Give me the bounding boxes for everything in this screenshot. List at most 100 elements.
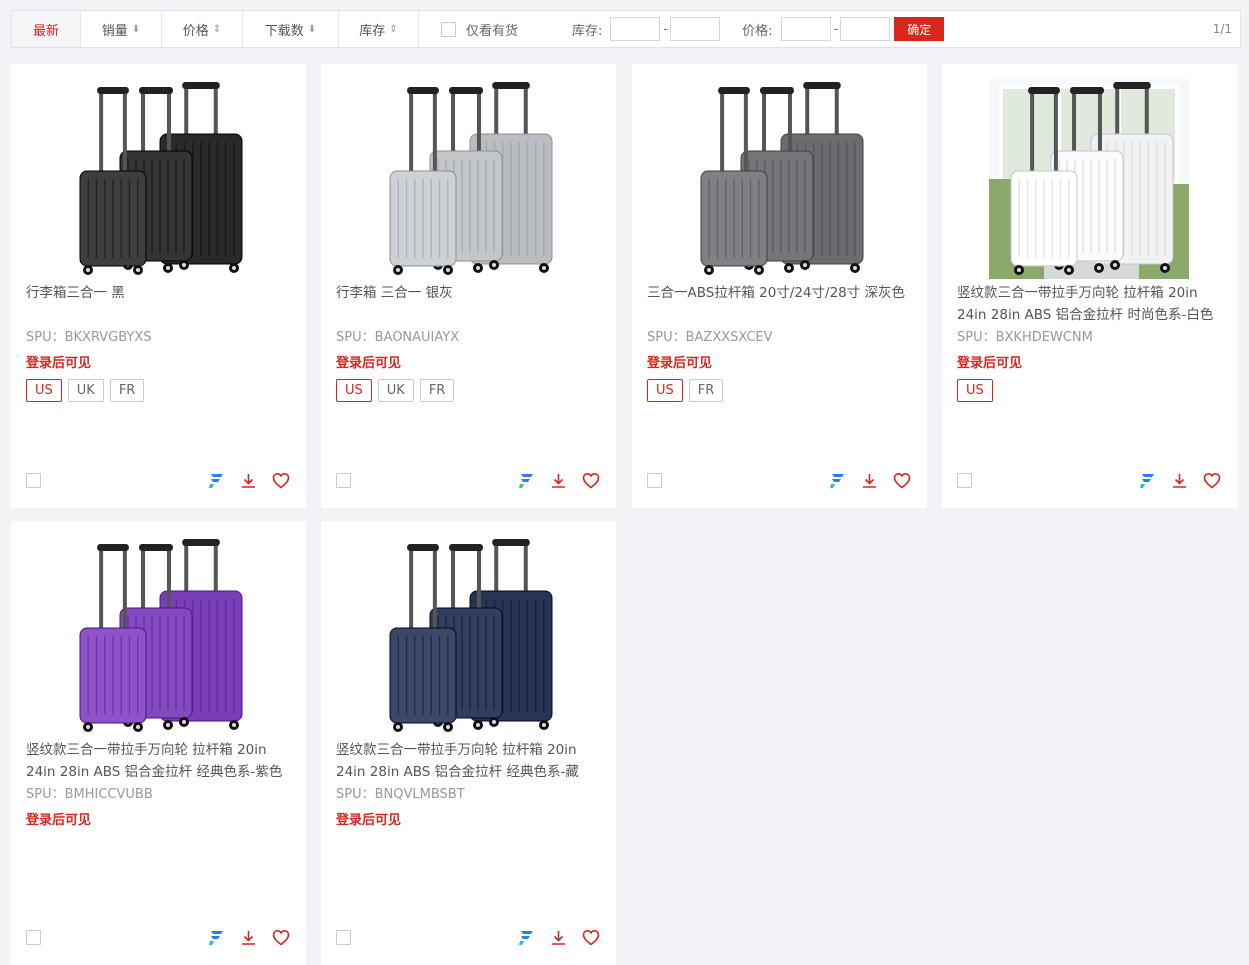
site-tag-us[interactable]: US	[336, 379, 372, 402]
site-tags: US UK FR	[336, 379, 455, 402]
site-tag-uk[interactable]: UK	[377, 379, 414, 402]
heart-icon[interactable]	[892, 471, 911, 490]
login-to-view-price: 登录后可见	[26, 356, 92, 371]
card-actions	[517, 471, 600, 490]
product-thumbnail[interactable]	[989, 79, 1189, 279]
product-card[interactable]: 竖纹款三合一带拉手万向轮 拉杆箱 20in 24in 28in ABS 铝合金拉…	[942, 64, 1237, 508]
site-tags: US	[957, 379, 993, 402]
card-actions	[207, 928, 290, 947]
product-title[interactable]: 竖纹款三合一带拉手万向轮 拉杆箱 20in 24in 28in ABS 铝合金拉…	[26, 739, 294, 783]
price-range-label: 价格:	[742, 23, 773, 39]
product-card[interactable]: 竖纹款三合一带拉手万向轮 拉杆箱 20in 24in 28in ABS 铝合金拉…	[11, 521, 306, 965]
stock-min-input[interactable]	[610, 17, 661, 41]
heart-icon[interactable]	[581, 928, 600, 947]
sort-tab-newest[interactable]: 最新	[12, 11, 81, 47]
product-thumbnail[interactable]	[58, 79, 258, 279]
brand-f-icon[interactable]	[207, 471, 226, 490]
product-image	[389, 539, 553, 732]
product-title[interactable]: 行李箱三合一 黑	[26, 282, 294, 326]
site-tag-fr[interactable]: FR	[109, 379, 145, 402]
login-to-view-price: 登录后可见	[957, 356, 1023, 371]
sort-tab-downloads[interactable]: 下载数 ⬇	[243, 11, 339, 47]
select-checkbox[interactable]	[336, 930, 351, 945]
price-min-input[interactable]	[780, 17, 831, 41]
brand-f-icon[interactable]	[517, 471, 536, 490]
site-tag-fr[interactable]: FR	[688, 379, 724, 402]
sort-tab-label: 销量	[101, 23, 128, 39]
login-to-view-price: 登录后可见	[26, 813, 92, 828]
site-tags: US UK FR	[26, 379, 145, 402]
site-tag-us[interactable]: US	[26, 379, 62, 402]
select-checkbox[interactable]	[647, 473, 662, 488]
page-indicator: 1/1	[1212, 22, 1232, 36]
site-tag-us[interactable]: US	[957, 379, 993, 402]
select-checkbox[interactable]	[957, 473, 972, 488]
download-icon[interactable]	[549, 471, 568, 490]
range-dash: -	[663, 21, 669, 37]
price-max-input[interactable]	[840, 17, 891, 41]
product-card[interactable]: 三合一ABS拉杆箱 20寸/24寸/28寸 深灰色 SPU：BAZXXSXCEV…	[632, 64, 927, 508]
select-checkbox[interactable]	[336, 473, 351, 488]
login-to-view-price: 登录后可见	[336, 356, 402, 371]
product-spu: SPU：BXKHDEWCNM	[957, 330, 1093, 345]
product-thumbnail[interactable]	[368, 536, 568, 736]
product-spu: SPU：BAONAUIAYX	[336, 330, 460, 345]
card-actions	[207, 471, 290, 490]
product-title[interactable]: 竖纹款三合一带拉手万向轮 拉杆箱 20in 24in 28in ABS 铝合金拉…	[336, 739, 604, 783]
card-actions	[1138, 471, 1221, 490]
download-icon[interactable]	[239, 471, 258, 490]
only-in-stock-toggle[interactable]: 仅看有货	[441, 20, 518, 39]
sort-tab-stock[interactable]: 库存 ⇕	[339, 11, 419, 47]
sort-both-icon: ⇕	[212, 23, 222, 35]
brand-f-icon[interactable]	[828, 471, 847, 490]
product-image	[79, 82, 243, 275]
range-dash: -	[833, 21, 839, 37]
download-icon[interactable]	[1170, 471, 1189, 490]
site-tag-us[interactable]: US	[647, 379, 683, 402]
heart-icon[interactable]	[271, 471, 290, 490]
sort-tab-label: 价格	[182, 23, 209, 39]
product-title[interactable]: 三合一ABS拉杆箱 20寸/24寸/28寸 深灰色	[647, 282, 915, 326]
sort-down-icon: ⬇	[307, 23, 317, 35]
sort-both-icon: ⇕	[389, 23, 398, 35]
download-icon[interactable]	[549, 928, 568, 947]
product-spu: SPU：BAZXXSXCEV	[647, 330, 773, 345]
brand-f-icon[interactable]	[1138, 471, 1157, 490]
stock-max-input[interactable]	[670, 17, 721, 41]
product-thumbnail[interactable]	[368, 79, 568, 279]
product-card[interactable]: 行李箱三合一 黑 SPU：BKXRVGBYXS 登录后可见 US UK FR	[11, 64, 306, 508]
product-title[interactable]: 竖纹款三合一带拉手万向轮 拉杆箱 20in 24in 28in ABS 铝合金拉…	[957, 282, 1225, 326]
select-checkbox[interactable]	[26, 930, 41, 945]
product-card[interactable]: 行李箱 三合一 银灰 SPU：BAONAUIAYX 登录后可见 US UK FR	[321, 64, 616, 508]
filter-bar: 最新 销量 ⬇ 价格 ⇕ 下载数 ⬇ 库存 ⇕ 仅看有货 库存: - 价格: -…	[11, 10, 1241, 48]
download-icon[interactable]	[239, 928, 258, 947]
heart-icon[interactable]	[271, 928, 290, 947]
product-thumbnail[interactable]	[679, 79, 879, 279]
product-thumbnail[interactable]	[58, 536, 258, 736]
login-to-view-price: 登录后可见	[336, 813, 402, 828]
product-spu: SPU：BMHICCVUBB	[26, 787, 153, 802]
product-image	[389, 82, 553, 275]
site-tag-fr[interactable]: FR	[419, 379, 455, 402]
only-in-stock-label: 仅看有货	[466, 23, 519, 39]
sort-tab-sales[interactable]: 销量 ⬇	[81, 11, 162, 47]
only-in-stock-checkbox[interactable]	[441, 21, 456, 37]
download-icon[interactable]	[860, 471, 879, 490]
site-tag-uk[interactable]: UK	[67, 379, 104, 402]
heart-icon[interactable]	[1202, 471, 1221, 490]
sort-tab-price[interactable]: 价格 ⇕	[162, 11, 243, 47]
brand-f-icon[interactable]	[207, 928, 226, 947]
select-checkbox[interactable]	[26, 473, 41, 488]
sort-down-icon: ⬇	[131, 23, 141, 35]
product-card[interactable]: 竖纹款三合一带拉手万向轮 拉杆箱 20in 24in 28in ABS 铝合金拉…	[321, 521, 616, 965]
confirm-button[interactable]: 确定	[894, 17, 945, 41]
sort-tab-label: 最新	[32, 23, 59, 39]
product-spu: SPU：BKXRVGBYXS	[26, 330, 152, 345]
login-to-view-price: 登录后可见	[647, 356, 713, 371]
heart-icon[interactable]	[581, 471, 600, 490]
product-title[interactable]: 行李箱 三合一 银灰	[336, 282, 604, 326]
product-image	[989, 79, 1189, 279]
brand-f-icon[interactable]	[517, 928, 536, 947]
product-spu: SPU：BNQVLMBSBT	[336, 787, 465, 802]
site-tags: US FR	[647, 379, 724, 402]
